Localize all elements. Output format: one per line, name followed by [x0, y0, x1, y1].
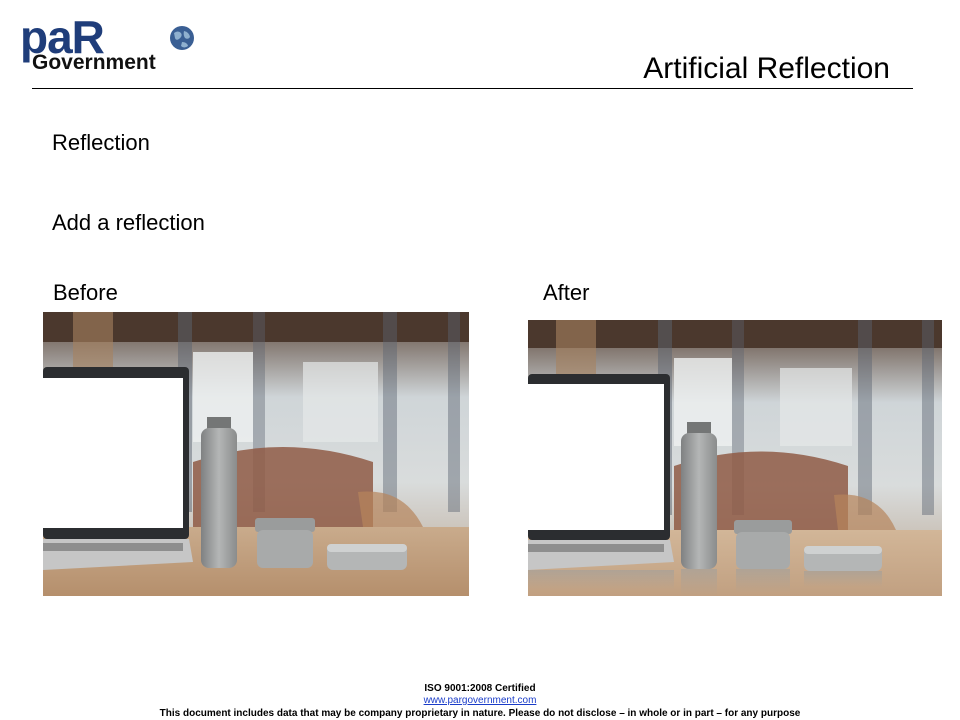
- website-link[interactable]: www.pargovernment.com: [0, 695, 960, 706]
- globe-icon: [170, 26, 194, 50]
- before-label: Before: [53, 280, 118, 305]
- title-divider: [32, 88, 913, 89]
- certification-text: ISO 9001:2008 Certified: [424, 683, 536, 694]
- after-label: After: [543, 280, 590, 305]
- section-heading: Reflection: [52, 130, 150, 155]
- before-image: [43, 312, 469, 596]
- after-image: [528, 320, 942, 596]
- company-logo: paR Government: [18, 14, 198, 76]
- slide-title: Artificial Reflection: [643, 52, 890, 85]
- logo-sub-text: Government: [32, 51, 156, 74]
- section-subheading: Add a reflection: [52, 210, 205, 235]
- disclaimer-text: This document includes data that may be …: [159, 708, 801, 719]
